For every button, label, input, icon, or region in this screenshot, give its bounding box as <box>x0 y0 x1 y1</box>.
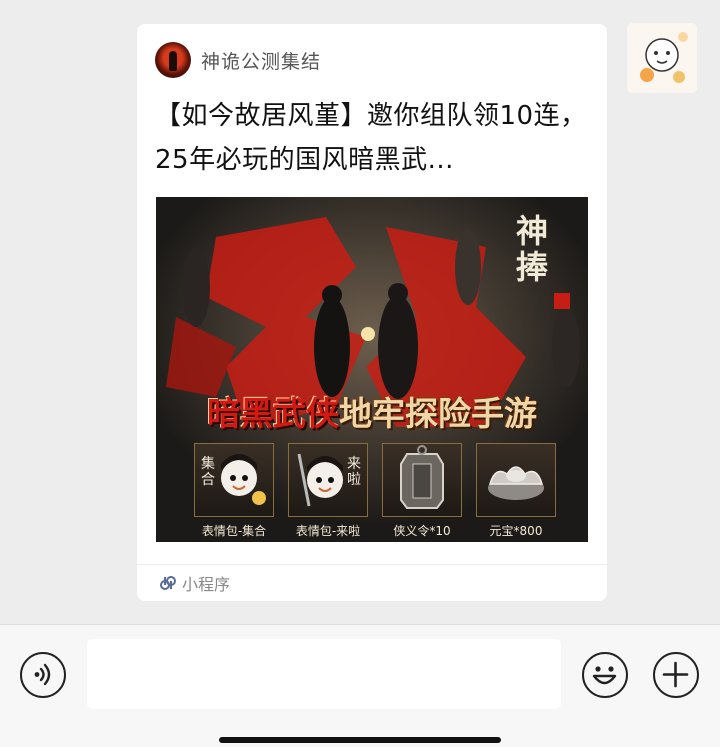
card-title: 【如今故居风堇】邀你组队领10连，25年必玩的国风暗黑武... <box>155 101 587 175</box>
card-banner-image[interactable]: 神捧 暗黑武侠地牢探险手游 集 合 表情包-集合 来 啦 表情包-来啦 侠义令*… <box>156 197 588 542</box>
ingot-icon <box>476 443 556 517</box>
headline-red-text: 暗黑武侠 <box>207 394 339 433</box>
emoji-button[interactable] <box>582 652 628 698</box>
avatar-illustration <box>627 23 697 93</box>
app-name: 神诡公测集结 <box>201 50 322 73</box>
banner-headline: 暗黑武侠地牢探险手游 <box>156 387 588 435</box>
reward-label: 元宝*800 <box>489 524 543 538</box>
emoji-icon <box>592 666 617 685</box>
sticker-coming-icon: 来 啦 <box>288 443 368 517</box>
plus-icon <box>662 661 689 688</box>
reward-item: 元宝*800 <box>476 443 556 539</box>
plus-button[interactable] <box>653 652 699 698</box>
home-indicator <box>219 737 501 743</box>
svg-text:合: 合 <box>201 472 215 488</box>
mini-program-icon <box>160 576 176 590</box>
voice-button[interactable] <box>20 652 66 698</box>
card-footer: 小程序 <box>159 572 230 594</box>
headline-gold-text: 地牢探险手游 <box>339 394 537 433</box>
mini-program-label: 小程序 <box>182 575 231 594</box>
svg-text:来: 来 <box>347 456 361 472</box>
card-header: 神诡公测集结 <box>155 42 321 78</box>
reward-item: 来 啦 表情包-来啦 <box>288 443 368 539</box>
reward-item: 集 合 表情包-集合 <box>194 443 274 539</box>
svg-text:啦: 啦 <box>347 471 361 488</box>
voice-icon <box>34 663 51 686</box>
reward-label: 表情包-来啦 <box>295 524 361 538</box>
chat-input-bar <box>0 624 720 747</box>
reward-list: 集 合 表情包-集合 来 啦 表情包-来啦 侠义令*10 元宝*800 <box>194 443 556 539</box>
card-divider <box>137 564 607 565</box>
svg-text:集: 集 <box>201 455 215 472</box>
sender-avatar[interactable] <box>627 23 697 93</box>
message-input[interactable] <box>87 639 561 709</box>
reward-label: 侠义令*10 <box>393 524 451 538</box>
token-icon <box>382 443 462 517</box>
app-logo-icon <box>155 42 191 78</box>
reward-item: 侠义令*10 <box>382 443 462 539</box>
game-logo: 神捧 <box>516 212 549 286</box>
mini-program-card[interactable]: 神诡公测集结 【如今故居风堇】邀你组队领10连，25年必玩的国风暗黑武... 神… <box>137 24 607 601</box>
reward-label: 表情包-集合 <box>201 524 267 538</box>
sticker-gather-icon: 集 合 <box>194 443 274 517</box>
